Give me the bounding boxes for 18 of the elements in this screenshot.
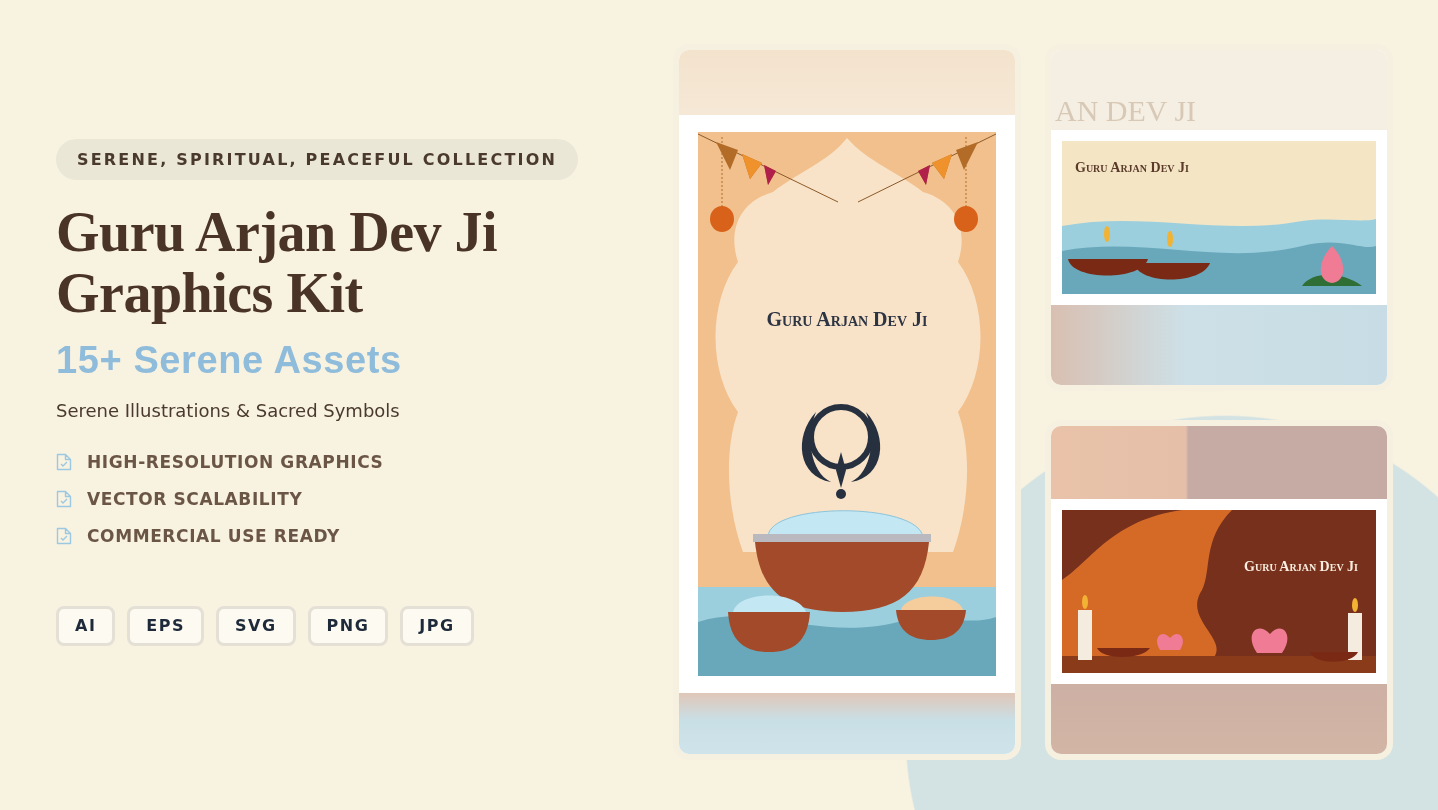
- feature-label: HIGH-RESOLUTION GRAPHICS: [87, 451, 384, 473]
- file-check-icon: [56, 490, 72, 508]
- tagline: Serene Illustrations & Sacred Symbols: [56, 400, 400, 421]
- feature-label: VECTOR SCALABILITY: [87, 488, 303, 510]
- format-badge: PNG: [307, 606, 389, 646]
- collection-tag: SERENE, SPIRITUAL, PEACEFUL COLLECTION: [56, 139, 579, 180]
- format-badge: SVG: [216, 606, 296, 646]
- file-check-icon: [56, 453, 72, 471]
- illustration-title: Guru Arjan Dev Ji: [765, 308, 929, 331]
- asset-count-heading: 15+ Serene Assets: [56, 338, 402, 383]
- page-title: Guru Arjan Dev Ji Graphics Kit: [56, 202, 499, 324]
- format-badge: JPG: [400, 606, 474, 646]
- file-check-icon: [56, 527, 72, 545]
- illustration-title: Guru Arjan Dev Ji: [1244, 559, 1358, 575]
- feature-label: COMMERCIAL USE READY: [87, 525, 340, 547]
- format-badge: EPS: [127, 606, 205, 646]
- format-badge: AI: [56, 606, 116, 646]
- illustration-title: Guru Arjan Dev Ji: [1075, 160, 1189, 176]
